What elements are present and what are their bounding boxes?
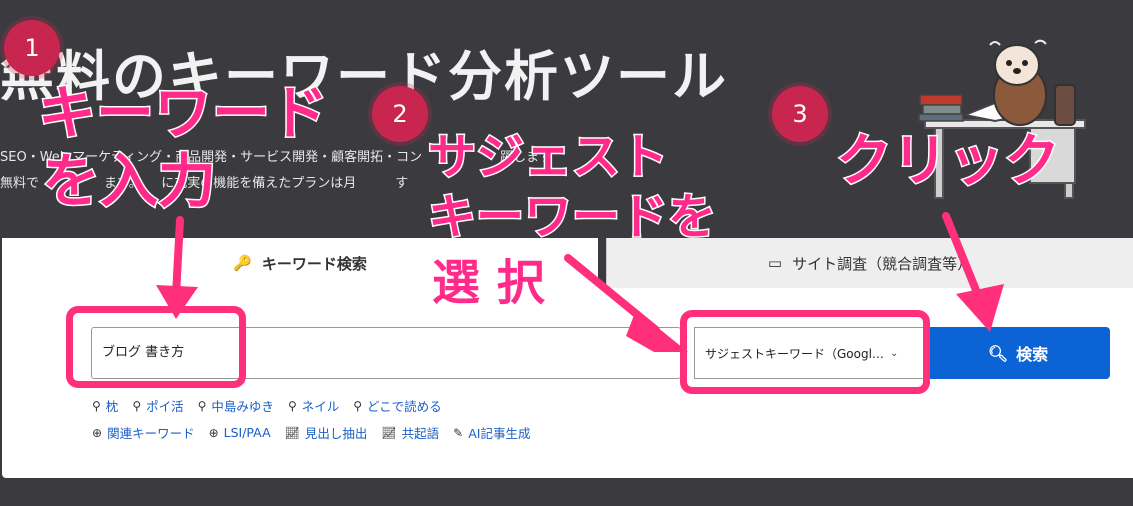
tool-link-list: ⊕ 関連キーワード ⊕ LSI/PAA 📈︎ 見出し抽出 📈︎ 共起語 ✎ AI記事生成 <box>92 423 530 442</box>
tool-link-label: 関連キーワード <box>107 426 195 441</box>
suggest-chip[interactable]: ⚲ どこで読める <box>353 396 441 415</box>
tool-link-ai-article[interactable]: ✎ AI記事生成 <box>453 423 530 442</box>
key-icon: 🔑 <box>233 254 252 272</box>
tool-link-label: 見出し抽出 <box>304 426 368 441</box>
search-icon: 🔍︎ <box>987 343 1009 363</box>
tool-link-label: LSI/PAA <box>223 425 271 440</box>
step1-label-line2: を入力 <box>40 147 217 215</box>
search-icon: ⚲ <box>287 398 297 413</box>
laptop-icon: ▭ <box>767 254 783 272</box>
search-icon: ⚲ <box>132 398 142 413</box>
step1-label-line1: キーワード <box>36 79 329 147</box>
step-badge-2: 2 <box>372 86 428 142</box>
search-plus-icon: ⊕ <box>208 425 219 440</box>
suggest-chip-label: どこで読める <box>367 399 442 414</box>
tool-link-label: AI記事生成 <box>468 426 531 441</box>
suggest-chip-label: 中島みゆき <box>211 399 274 414</box>
suggest-chip-label: ポイ活 <box>146 399 184 414</box>
step3-label: クリック <box>835 129 1062 194</box>
highlight-mode-select <box>680 310 930 394</box>
step2-label-line3: 選 択 <box>431 255 547 312</box>
suggest-chip[interactable]: ⚲ ネイル <box>288 396 339 415</box>
edit-icon: ✎ <box>453 425 464 440</box>
suggest-chip-label: 枕 <box>105 399 119 414</box>
suggest-chip-list: ⚲ 枕 ⚲ ポイ活 ⚲ 中島みゆき ⚲ ネイル ⚲ どこで読める <box>92 396 442 415</box>
tool-link-cooccurrence[interactable]: 📈︎ 共起語 <box>381 423 439 442</box>
suggest-chip-label: ネイル <box>301 399 340 414</box>
search-icon: ⚲ <box>197 398 207 413</box>
suggest-chip[interactable]: ⚲ ポイ活 <box>132 396 183 415</box>
tab-keyword-label: キーワード検索 <box>261 254 367 273</box>
search-plus-icon: ⊕ <box>92 425 103 440</box>
tool-link-related[interactable]: ⊕ 関連キーワード <box>92 423 195 442</box>
suggest-chip[interactable]: ⚲ 中島みゆき <box>198 396 274 415</box>
tool-link-lsi[interactable]: ⊕ LSI/PAA <box>209 423 271 442</box>
arrow-step2 <box>564 254 688 352</box>
chart-line-icon: 📈︎ <box>284 425 300 440</box>
search-icon: ⚲ <box>353 398 363 413</box>
search-button-label: 検索 <box>1016 345 1049 364</box>
step-badge-1: 1 <box>4 20 60 76</box>
step2-label-line1: サジェスト <box>426 129 669 186</box>
step2-label-line2: キーワードを <box>426 189 717 246</box>
chart-line-icon: 📈︎ <box>381 425 397 440</box>
arrow-step1 <box>156 216 198 319</box>
arrow-step3 <box>942 212 1004 332</box>
step-badge-3: 3 <box>772 86 828 142</box>
suggest-chip[interactable]: ⚲ 枕 <box>92 396 118 415</box>
search-icon: ⚲ <box>92 398 101 413</box>
tool-link-label: 共起語 <box>401 426 440 441</box>
tool-link-headings[interactable]: 📈︎ 見出し抽出 <box>285 423 368 442</box>
